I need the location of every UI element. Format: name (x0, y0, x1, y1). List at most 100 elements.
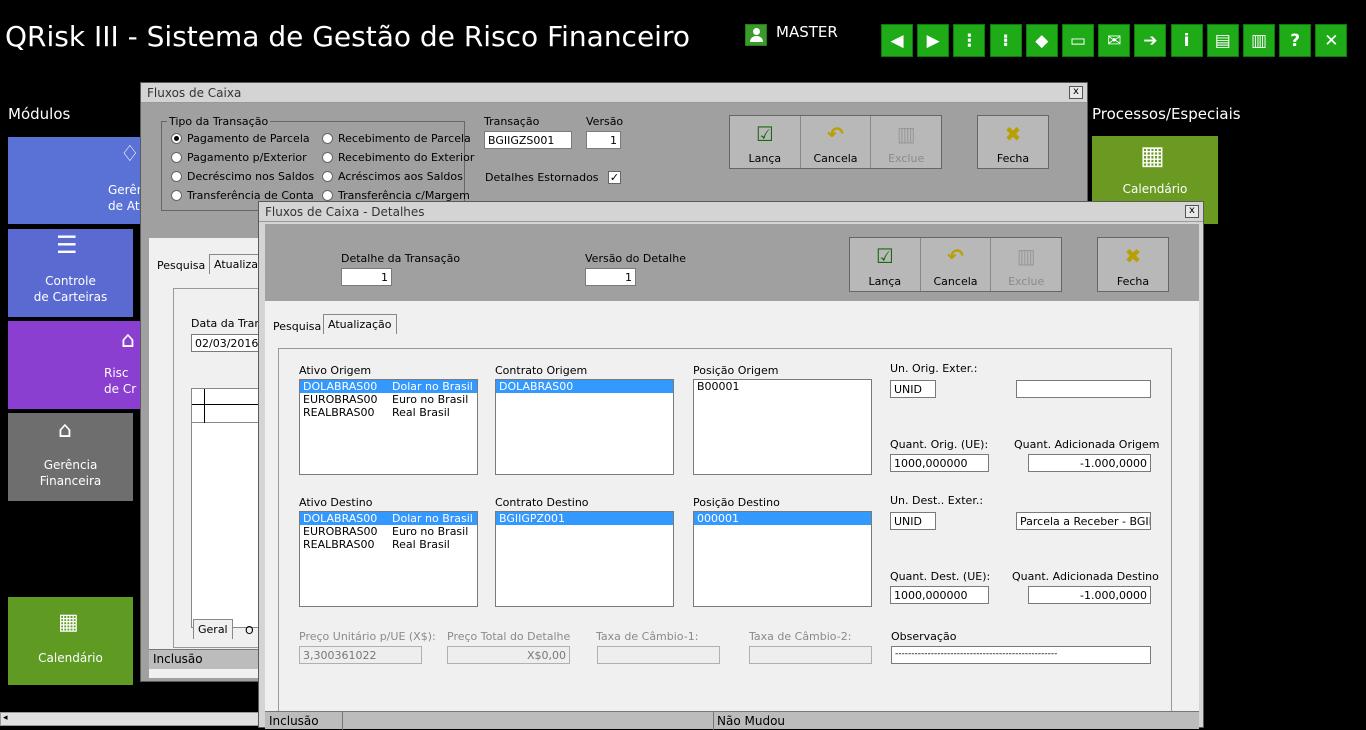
list-item[interactable]: DOLABRAS00 (496, 380, 673, 393)
un-orig-ext-input[interactable] (1016, 380, 1151, 398)
radio-pagamento-parcela[interactable] (171, 133, 182, 144)
toolbar-button-3[interactable]: ⁝ (989, 24, 1022, 57)
un-orig-label: Un. Orig. Exter.: (890, 362, 978, 375)
radio-transferencia-conta[interactable] (171, 190, 182, 201)
toolbar-button-6[interactable]: ✉ (1098, 24, 1131, 57)
contrato-origem-list[interactable]: DOLABRAS00 (495, 379, 674, 475)
toolbar-button-8[interactable]: i (1170, 24, 1203, 57)
quant-dest-input[interactable]: 1000,000000 (890, 586, 989, 604)
toolbar-button-4[interactable]: ◆ (1025, 24, 1058, 57)
tab-geral[interactable]: Geral (193, 619, 233, 639)
toolbar-button-0[interactable]: ◀ (881, 24, 913, 57)
quant-adic-dest-label: Quant. Adicionada Destino (1012, 570, 1159, 583)
cancela-button[interactable]: ↶ Cancela (801, 116, 872, 168)
list-item[interactable]: REALBRAS00 Real Brasil (300, 538, 477, 551)
fecha-label: Fecha (1116, 275, 1150, 288)
transacao-label: Transação (484, 115, 540, 128)
radio-transferencia-margem[interactable] (322, 190, 333, 201)
toolbar-button-5[interactable]: ▭ (1062, 24, 1094, 57)
list-item[interactable]: BGIIGPZ001 (496, 512, 673, 525)
list-item[interactable]: DOLABRAS00 Dolar no Brasil (300, 512, 477, 525)
fluxos-close-button[interactable]: x (1069, 86, 1083, 99)
module-tile-risco-credito[interactable]: ⌂ Risc de Cr (8, 321, 143, 409)
ativo-destino-list[interactable]: DOLABRAS00 Dolar no Brasil EUROBRAS00 Euro… (299, 511, 478, 607)
radio-label: Pagamento p/Exterior (187, 151, 307, 164)
quant-orig-label: Quant. Orig. (UE): (890, 438, 989, 451)
transacao-input[interactable]: BGIIGZS001 (484, 131, 572, 149)
toolbar-button-10[interactable]: ▥ (1243, 24, 1275, 57)
posicao-origem-list[interactable]: B00001 (693, 379, 872, 475)
detalhes-estornados-checkbox[interactable]: ✓ (608, 171, 621, 184)
un-dest-input[interactable]: UNID (890, 512, 936, 530)
radio-decrescimo-saldos[interactable] (171, 171, 182, 182)
list-item[interactable]: 000001 (694, 512, 871, 525)
cancela-button[interactable]: ↶ Cancela (921, 238, 992, 291)
un-orig-input[interactable]: UNID (890, 380, 936, 398)
list-item[interactable]: REALBRAS00 Real Brasil (300, 406, 477, 419)
tab-pesquisa[interactable]: Pesquisa (269, 317, 325, 337)
mail-icon: ✉ (1107, 30, 1122, 51)
posicao-origem-label: Posição Origem (693, 364, 779, 377)
exclue-label: Exclue (888, 152, 925, 165)
radio-acrescimos-saldos[interactable] (322, 171, 333, 182)
un-dest-ext-input[interactable]: Parcela a Receber - BGIIGI (1016, 512, 1151, 530)
ativo-origem-list[interactable]: DOLABRAS00 Dolar no Brasil EUROBRAS00 Euro… (299, 379, 478, 475)
list-item[interactable]: B00001 (694, 380, 871, 393)
radio-pagamento-exterior[interactable] (171, 152, 182, 163)
fecha-button[interactable]: ✖ Fecha (978, 116, 1048, 168)
preco-total-input[interactable]: X$0,00 (447, 646, 570, 664)
observacao-input[interactable]: ----------------------------------------… (891, 646, 1151, 664)
tab-pesquisa[interactable]: Pesquisa (153, 256, 209, 276)
toolbar-button-1[interactable]: ▶ (917, 24, 950, 57)
modules-title: Módulos (8, 105, 71, 123)
tab-atualizacao[interactable]: Atualização (323, 314, 397, 334)
quant-orig-input[interactable]: 1000,000000 (890, 454, 989, 472)
preco-unitario-input[interactable]: 3,300361022 (299, 646, 422, 664)
toolbar-button-7[interactable]: ➔ (1134, 24, 1167, 57)
exclue-button[interactable]: ▥ Exclue (871, 116, 941, 168)
posicao-destino-list[interactable]: 000001 (693, 511, 872, 607)
tab-atualizacao[interactable]: Atualiza (209, 254, 263, 274)
taxa-cambio-1-input[interactable] (597, 646, 720, 664)
quant-adic-dest-input[interactable]: -1.000,0000 (1028, 586, 1151, 604)
detalhe-transacao-input[interactable]: 1 (341, 268, 392, 286)
radio-recebimento-parcela[interactable] (322, 133, 333, 144)
taxa-cambio-2-input[interactable] (749, 646, 872, 664)
preco-unitario-label: Preço Unitário p/UE (X$): (299, 630, 436, 643)
horizontal-scrollbar[interactable]: ◂ (0, 712, 262, 726)
module-tile-calendario[interactable]: ▦ Calendário (8, 597, 133, 685)
lanca-button[interactable]: ☑ Lança (730, 116, 801, 168)
tab-outros[interactable]: O (241, 621, 258, 641)
calendar-settings-icon: ▥ (1250, 30, 1268, 51)
radio-label: Pagamento de Parcela (187, 132, 310, 145)
toolbar-button-2[interactable]: ⋮ (953, 24, 986, 57)
radio-label: Recebimento do Exterior (338, 151, 475, 164)
status-changes: Não Mudou (717, 714, 786, 728)
undo-icon: ↶ (827, 122, 844, 146)
fluxos-status: Inclusão (149, 649, 264, 669)
list-item[interactable]: EUROBRAS00 Euro no Brasil (300, 525, 477, 538)
lanca-button[interactable]: ☑ Lança (850, 238, 921, 291)
contrato-destino-list[interactable]: BGIIGPZ001 (495, 511, 674, 607)
list-item[interactable]: DOLABRAS00 Dolar no Brasil (300, 380, 477, 393)
processos-tile-label: Calendário (1122, 182, 1188, 196)
taxa-cambio-2-label: Taxa de Câmbio-2: (749, 630, 852, 643)
ativo-origem-label: Ativo Origem (299, 364, 372, 377)
detalhes-close-button[interactable]: x (1185, 205, 1199, 218)
lanca-label: Lança (748, 152, 782, 165)
versao-detalhe-input[interactable]: 1 (585, 268, 636, 286)
list-item[interactable]: EUROBRAS00 Euro no Brasil (300, 393, 477, 406)
module-tile-gerencia-financeira[interactable]: ⌂ Gerência Financeira (8, 413, 133, 501)
toolbar-button-12[interactable]: ✕ (1315, 24, 1348, 57)
detalhes-estornados-label: Detalhes Estornados (485, 171, 599, 184)
quant-adic-orig-input[interactable]: -1.000,0000 (1028, 454, 1151, 472)
module-tile-gerencia-ativos[interactable]: ♢ Gerên de At (8, 137, 144, 224)
fecha-button[interactable]: ✖ Fecha (1098, 238, 1168, 291)
toolbar-button-9[interactable]: ▤ (1206, 24, 1239, 57)
versao-input[interactable]: 1 (586, 131, 621, 149)
radio-recebimento-exterior[interactable] (322, 152, 333, 163)
exclue-button[interactable]: ▥ Exclue (991, 238, 1061, 291)
close-icon: ✕ (1324, 30, 1339, 51)
module-tile-controle-carteiras[interactable]: ☰ Controle de Carteiras (8, 229, 133, 317)
toolbar-button-11[interactable]: ? (1279, 24, 1312, 57)
